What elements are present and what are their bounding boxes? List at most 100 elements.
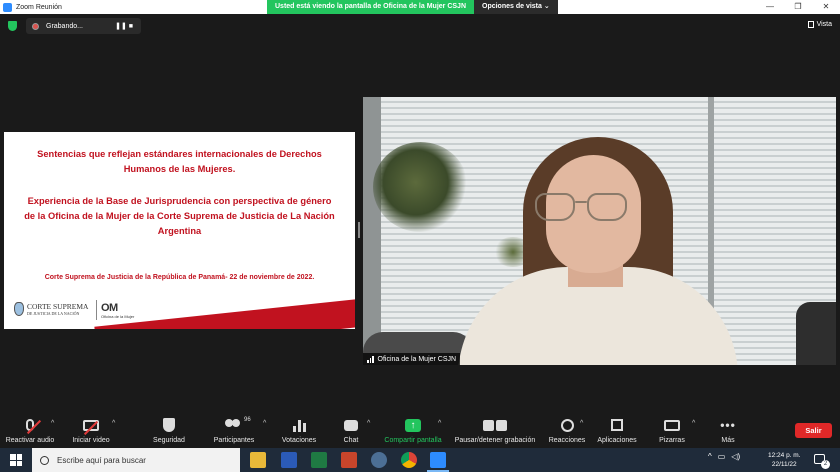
om-logo-subtext: Oficina de la Mujer: [101, 314, 135, 319]
reactions-label: Reacciones: [548, 437, 586, 444]
apps-button[interactable]: Aplicaciones: [595, 410, 639, 448]
view-button[interactable]: Vista: [807, 21, 832, 28]
slide-heading-line: Sentencias que reflejan estándares inter…: [37, 149, 322, 159]
zoom-icon[interactable]: [427, 452, 449, 472]
chevron-down-icon: ⌄: [543, 3, 550, 10]
pause-stop-icon: [482, 419, 508, 431]
audio-bar: [372, 355, 374, 363]
taskbar-search-box[interactable]: Escribe aquí para buscar: [32, 448, 240, 472]
word-icon[interactable]: [281, 452, 297, 468]
taskbar-search-placeholder: Escribe aquí para buscar: [57, 455, 146, 465]
start-video-label: Iniciar video: [72, 437, 110, 444]
taskbar-clock[interactable]: 12:24 p. m. 22/11/22: [768, 451, 801, 469]
window-title: Zoom Reunión: [16, 3, 62, 11]
split-view-handle[interactable]: [358, 222, 360, 238]
slide-subheading-line: Experiencia de la Base de Jurisprudencia…: [27, 196, 332, 206]
window-controls: — ❐ ✕: [756, 0, 840, 14]
file-explorer-icon[interactable]: [250, 452, 266, 468]
slide-subheading-line: Argentina: [157, 226, 202, 236]
polls-chart-icon: [292, 418, 307, 432]
chrome-icon[interactable]: [401, 452, 417, 468]
windows-start-icon[interactable]: [10, 454, 22, 466]
audio-bar: [367, 359, 369, 363]
zoom-app-icon: [3, 2, 12, 12]
clock-date: 22/11/22: [771, 461, 797, 468]
maximize-button[interactable]: ❐: [784, 0, 812, 14]
slide-event-line: Corte Suprema de Justicia de la Repúblic…: [44, 274, 315, 281]
video-options-caret-icon[interactable]: ^: [112, 420, 115, 427]
share-caret-icon[interactable]: ^: [438, 420, 441, 427]
participants-button[interactable]: 96 Participantes: [212, 410, 256, 448]
camera-off-icon: [83, 419, 99, 435]
view-options-button[interactable]: Opciones de vista ⌄: [474, 0, 558, 14]
excel-icon[interactable]: [311, 452, 327, 468]
glasses-lens: [535, 193, 575, 221]
pause-stop-recording-button[interactable]: Pausar/detener grabación: [452, 410, 538, 448]
reactions-smiley-icon: [560, 418, 574, 432]
participants-caret-icon[interactable]: ^: [263, 420, 266, 427]
minimize-button[interactable]: —: [756, 0, 784, 14]
glasses-lens: [587, 193, 627, 221]
whiteboards-button[interactable]: Pizarras: [658, 410, 686, 448]
start-tile: [16, 454, 22, 460]
unmute-label: Reactivar audio: [5, 437, 55, 444]
tray-overflow-icon[interactable]: ^: [708, 452, 712, 461]
polls-button[interactable]: Votaciones: [279, 410, 319, 448]
whiteboards-caret-icon[interactable]: ^: [692, 420, 695, 427]
title-bar: Zoom Reunión Usted está viendo la pantal…: [0, 0, 840, 14]
recording-controls[interactable]: ❚❚ ■: [115, 22, 133, 30]
powerpoint-icon[interactable]: [341, 452, 357, 468]
recording-dot-icon: [32, 22, 39, 30]
more-button[interactable]: ••• Más: [718, 410, 738, 448]
slide-heading: Sentencias que reflejan estándares inter…: [4, 147, 355, 177]
chat-caret-icon[interactable]: ^: [367, 420, 370, 427]
shared-screen-slide: Sentencias que reflejan estándares inter…: [4, 132, 355, 329]
search-icon: [40, 455, 49, 465]
chat-bubble-icon: [344, 419, 358, 431]
audio-level-icon: [367, 355, 375, 363]
network-icon[interactable]: ▭: [718, 452, 726, 461]
chat-button[interactable]: Chat: [338, 410, 364, 448]
app-icon[interactable]: [371, 452, 387, 468]
reactions-button[interactable]: Reacciones: [547, 410, 587, 448]
recording-label: Grabando...: [46, 22, 83, 30]
participant-video-tile[interactable]: Oficina de la Mujer CSJN: [363, 97, 836, 365]
share-screen-button[interactable]: ↑ Compartir pantalla: [382, 410, 444, 448]
participant-name: Oficina de la Mujer CSJN: [377, 355, 457, 363]
meeting-toolbar: Reactivar audio ^ Iniciar video ^ Seguri…: [0, 410, 840, 448]
reactions-caret-icon[interactable]: ^: [580, 420, 583, 427]
microphone-muted-icon: [26, 419, 42, 435]
start-video-button[interactable]: Iniciar video: [70, 410, 112, 448]
close-button[interactable]: ✕: [812, 0, 840, 14]
start-tile: [16, 460, 22, 466]
poll-bar: [297, 420, 301, 432]
start-tile: [10, 454, 16, 460]
coat-of-arms-icon: [14, 302, 24, 316]
camera-slash: [83, 420, 99, 435]
poll-bar: [292, 426, 296, 432]
volume-icon[interactable]: ◁): [731, 452, 740, 461]
whiteboards-label: Pizarras: [659, 437, 685, 444]
person-shape: [232, 419, 240, 427]
recording-indicator: Grabando... ❚❚ ■: [26, 18, 141, 34]
notifications-icon[interactable]: 2: [814, 454, 830, 469]
apps-label: Aplicaciones: [597, 437, 637, 444]
participant-name-label: Oficina de la Mujer CSJN: [363, 353, 461, 365]
encryption-shield-icon[interactable]: [8, 21, 17, 31]
audio-options-caret-icon[interactable]: ^: [51, 420, 54, 427]
chair-shape: [796, 302, 836, 365]
polls-label: Votaciones: [281, 437, 317, 444]
view-options-label: Opciones de vista: [482, 3, 542, 10]
view-button-label: Vista: [816, 21, 832, 28]
system-tray: ^ ▭ ◁): [708, 452, 746, 461]
slide-heading-line: Humanos de las Mujeres.: [123, 164, 236, 174]
unmute-button[interactable]: Reactivar audio: [6, 410, 54, 448]
corte-suprema-logo-text: CORTE SUPREMA: [27, 301, 89, 311]
window-frame: [363, 97, 381, 365]
security-button[interactable]: Seguridad: [150, 410, 188, 448]
share-screen-label: Compartir pantalla: [384, 437, 442, 444]
leave-meeting-button[interactable]: Salir: [795, 423, 832, 438]
share-banner-message: Usted está viendo la pantalla de Oficina…: [267, 0, 474, 14]
chat-label: Chat: [343, 437, 359, 444]
participants-count: 96: [244, 417, 251, 423]
